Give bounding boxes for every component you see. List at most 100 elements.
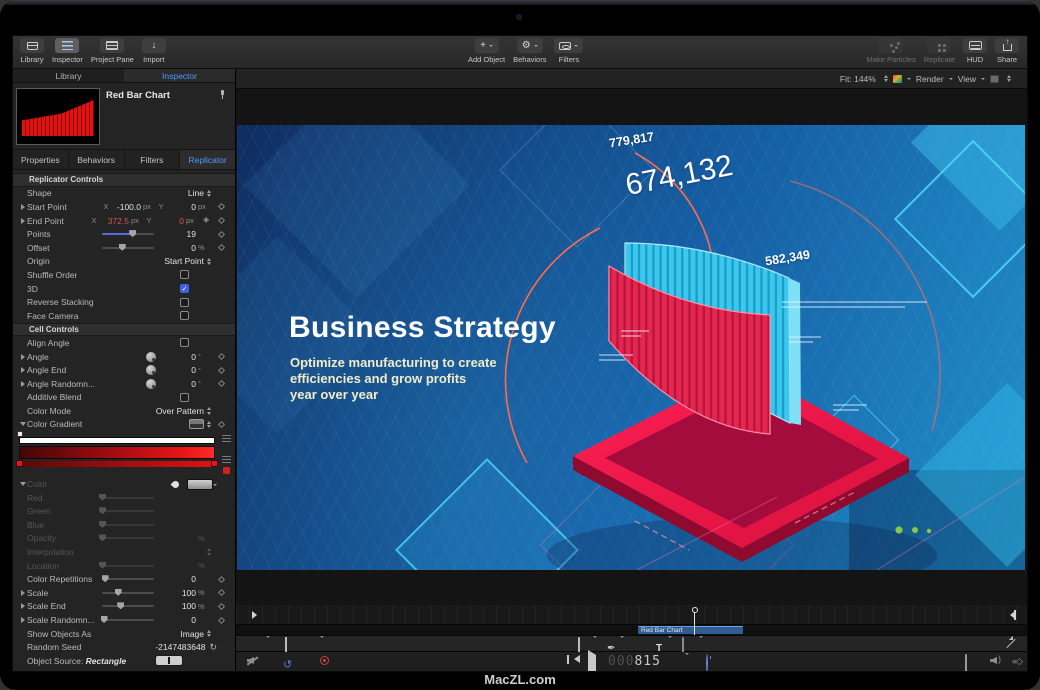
y-value-field[interactable]: 0 bbox=[166, 202, 196, 212]
tab-replicator[interactable]: Replicator bbox=[180, 150, 235, 169]
tab-filters[interactable]: Filters bbox=[125, 150, 181, 169]
slider-thumb[interactable] bbox=[99, 494, 106, 501]
disclosure-icon[interactable] bbox=[19, 480, 27, 489]
param-value[interactable]: 0 bbox=[172, 365, 196, 375]
slider-thumb[interactable] bbox=[129, 230, 136, 237]
gradient-opacity-bar[interactable] bbox=[19, 437, 215, 444]
out-point-marker[interactable] bbox=[1006, 611, 1015, 619]
tab-properties[interactable]: Properties bbox=[13, 150, 69, 169]
keyframe-zone[interactable] bbox=[211, 218, 231, 223]
checkbox-3d[interactable]: ✓ bbox=[180, 284, 189, 293]
keyframe-diamond-icon[interactable] bbox=[217, 203, 224, 210]
param-value[interactable]: 0 bbox=[162, 243, 196, 253]
keyframe-zone[interactable] bbox=[211, 618, 231, 623]
disclosure-icon[interactable] bbox=[19, 617, 27, 623]
disclosure-icon[interactable] bbox=[19, 354, 27, 360]
toolbar-button-inspector[interactable]: Inspector bbox=[52, 38, 83, 64]
slider-track[interactable] bbox=[102, 592, 154, 594]
render-menu[interactable]: Render bbox=[916, 74, 944, 84]
x-value-field[interactable]: -100.0 bbox=[111, 202, 141, 212]
disclosure-icon[interactable] bbox=[19, 590, 27, 596]
checkbox-face-camera[interactable] bbox=[180, 311, 189, 320]
pin-icon[interactable] bbox=[219, 90, 226, 100]
checkbox-shuffle-order[interactable] bbox=[180, 270, 189, 279]
gradient-color-stop[interactable] bbox=[16, 460, 23, 467]
play-button[interactable] bbox=[588, 655, 601, 671]
slider-thumb[interactable] bbox=[99, 521, 106, 528]
toolbar-button-hud[interactable]: HUD bbox=[963, 38, 987, 64]
param-value[interactable]: 100 bbox=[162, 588, 196, 598]
gradient-color-bar[interactable] bbox=[19, 446, 215, 459]
dial-control[interactable] bbox=[146, 365, 156, 375]
slider-thumb[interactable] bbox=[115, 589, 122, 596]
dial-control[interactable] bbox=[146, 379, 156, 389]
slider-thumb[interactable] bbox=[99, 507, 106, 514]
slider-thumb[interactable] bbox=[117, 602, 124, 609]
keyframe-zone[interactable] bbox=[211, 422, 231, 427]
zoom-level[interactable]: Fit: 144% bbox=[840, 74, 876, 84]
param-value[interactable]: 0 bbox=[172, 379, 196, 389]
generate-seed-icon[interactable]: ↻ bbox=[209, 642, 217, 653]
stepper-icon[interactable] bbox=[207, 628, 211, 640]
tab-behaviors[interactable]: Behaviors bbox=[69, 150, 125, 169]
gradient-preset-icon[interactable] bbox=[189, 419, 204, 429]
keyframe-zone[interactable] bbox=[211, 245, 231, 250]
keyframe-diamond-icon[interactable] bbox=[217, 367, 224, 374]
slider-track[interactable] bbox=[102, 510, 154, 512]
toolbar-button-project-pane[interactable]: Project Pane bbox=[91, 38, 134, 64]
keyframe-nav-button[interactable]: «◇ bbox=[1012, 655, 1022, 667]
gradient-stop-color-icon[interactable] bbox=[223, 467, 230, 474]
keyframe-zone[interactable] bbox=[211, 368, 231, 373]
slider-thumb[interactable] bbox=[102, 575, 109, 582]
dial-control[interactable] bbox=[146, 352, 156, 362]
channels-swatch-icon[interactable] bbox=[893, 75, 902, 83]
checkbox-align-angle[interactable] bbox=[180, 338, 189, 347]
keyframe-diamond-icon[interactable] bbox=[217, 603, 224, 610]
keyframe-diamond-icon[interactable] bbox=[217, 380, 224, 387]
slider-track[interactable] bbox=[102, 537, 154, 539]
stepper-icon[interactable] bbox=[207, 546, 211, 558]
loop-button[interactable]: ↺ bbox=[283, 655, 292, 671]
slider-thumb[interactable] bbox=[119, 244, 126, 251]
y-value-field[interactable]: 0 bbox=[154, 216, 184, 226]
slider-track[interactable] bbox=[102, 578, 154, 580]
gradient-stops-bar[interactable] bbox=[19, 461, 215, 467]
keyframe-zone[interactable] bbox=[211, 381, 231, 386]
toolbar-button-filters[interactable]: Filters bbox=[554, 38, 583, 64]
slider-track[interactable] bbox=[102, 247, 154, 249]
toolbar-button-make-particles[interactable]: Make Particles bbox=[867, 38, 916, 64]
keyframe-diamond-icon[interactable] bbox=[217, 231, 224, 238]
keyframe-zone[interactable] bbox=[211, 604, 231, 609]
keyframe-zone[interactable] bbox=[211, 590, 231, 595]
object-source-well[interactable] bbox=[155, 655, 183, 666]
slider-track[interactable] bbox=[102, 619, 154, 621]
view-layouts-swatch-icon[interactable] bbox=[990, 75, 999, 83]
slider-track[interactable] bbox=[102, 605, 154, 607]
disclosure-icon[interactable] bbox=[19, 420, 27, 429]
gradient-color-stop[interactable] bbox=[211, 460, 218, 467]
toolbar-button-import[interactable]: ↓Import bbox=[142, 38, 166, 64]
slider-thumb[interactable] bbox=[99, 562, 106, 569]
keyframe-diamond-icon[interactable] bbox=[217, 421, 224, 428]
keyframe-diamond-icon[interactable] bbox=[217, 616, 224, 623]
popup-value[interactable]: Line bbox=[188, 188, 204, 198]
counter-menu-chevron[interactable] bbox=[685, 655, 689, 671]
slider-track[interactable] bbox=[102, 233, 154, 235]
gradient-options-icon[interactable] bbox=[222, 456, 231, 463]
view-menu[interactable]: View bbox=[958, 74, 976, 84]
timeline-ruler[interactable] bbox=[236, 605, 1027, 625]
disclosure-icon[interactable] bbox=[19, 367, 27, 373]
keyframe-zone[interactable] bbox=[211, 232, 231, 237]
param-value[interactable]: 0 bbox=[162, 574, 196, 584]
gradient-editor[interactable] bbox=[13, 431, 235, 477]
panel-tab-library[interactable]: Library bbox=[13, 69, 124, 82]
param-value[interactable]: 0 bbox=[172, 352, 196, 362]
zoom-stepper-icon[interactable] bbox=[884, 73, 888, 85]
stepper-icon[interactable] bbox=[207, 188, 211, 200]
frame-counter[interactable]: 000815 bbox=[608, 654, 661, 669]
keyframe-zone[interactable] bbox=[211, 354, 231, 359]
gradient-opacity-stop[interactable] bbox=[17, 431, 23, 437]
param-value[interactable]: 100 bbox=[162, 601, 196, 611]
toolbar-button-share[interactable]: Share bbox=[995, 38, 1019, 64]
toolbar-button-library[interactable]: Library bbox=[20, 38, 44, 64]
